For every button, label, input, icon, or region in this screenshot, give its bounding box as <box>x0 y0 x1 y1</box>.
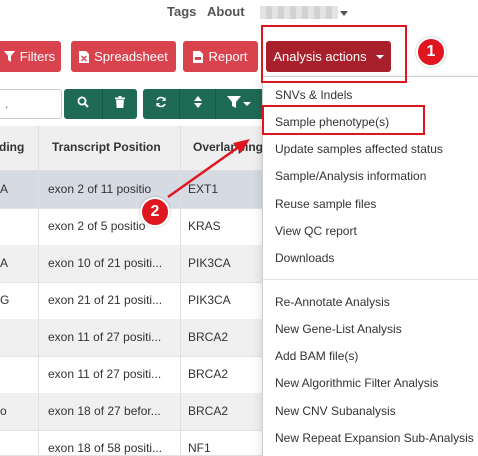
step-marker-2: 2 <box>140 197 170 227</box>
step-marker-1: 1 <box>416 37 446 67</box>
annotation-arrow <box>167 139 250 199</box>
